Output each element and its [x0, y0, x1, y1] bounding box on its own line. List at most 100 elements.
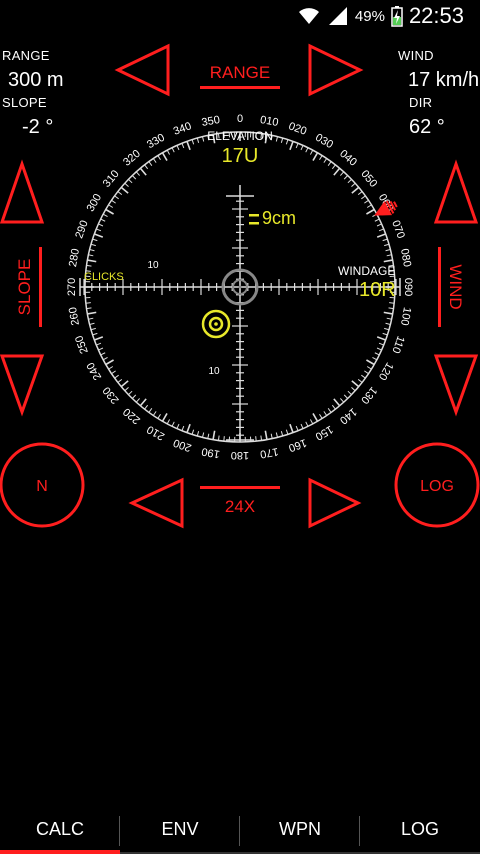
- dial-tick: [114, 374, 119, 379]
- dial-tick: [270, 433, 273, 439]
- dial-tick: [386, 317, 392, 320]
- dial-number: 200: [172, 436, 193, 454]
- dial-tick: [323, 158, 328, 163]
- range-increase-button[interactable]: [308, 43, 364, 97]
- dial-tick: [196, 431, 200, 437]
- slope-control-label[interactable]: SLOPE: [15, 259, 34, 316]
- dial-tick: [275, 432, 278, 438]
- dial-tick: [347, 390, 352, 396]
- dial-number: 320: [121, 148, 143, 169]
- dial-number: 050: [358, 168, 379, 190]
- tab-bar: CALC ENV WPN LOG: [0, 808, 480, 854]
- dial-tick: [105, 359, 114, 366]
- dial-number: 180: [231, 449, 249, 461]
- dial-tick: [128, 178, 133, 184]
- dial-tick: [366, 204, 372, 208]
- dial-tick: [202, 136, 205, 142]
- dial-tick: [92, 238, 98, 242]
- log-button-label: LOG: [420, 478, 454, 495]
- dial-number: 0: [237, 113, 243, 125]
- zoom-increase-button[interactable]: [308, 477, 362, 529]
- dial-tick: [166, 149, 171, 155]
- wind-up-button[interactable]: [433, 159, 479, 224]
- dial-number: 340: [172, 120, 193, 138]
- dial-tick: [117, 378, 123, 383]
- dial-number: 290: [73, 219, 91, 240]
- tab-wpn[interactable]: WPN: [240, 808, 360, 850]
- zoom-label[interactable]: 24X: [225, 497, 255, 516]
- dial-tick: [361, 195, 366, 200]
- dial-tick: [300, 145, 304, 151]
- dial-tick: [385, 249, 391, 252]
- range-decrease-button[interactable]: [114, 43, 170, 97]
- dial-tick: [157, 155, 161, 161]
- dial-tick: [305, 421, 309, 427]
- dial-tick: [217, 435, 220, 441]
- dial-number: 020: [287, 120, 308, 138]
- range-control-bar: [200, 86, 280, 89]
- dial-number: 090: [402, 278, 414, 296]
- dial-tick: [148, 408, 153, 413]
- dial-tick: [357, 191, 363, 196]
- dial-tick: [124, 182, 129, 188]
- crosshair: [79, 185, 401, 441]
- active-tab-indicator: [0, 850, 120, 854]
- dial-tick: [120, 186, 129, 194]
- dial-number: 140: [337, 405, 359, 426]
- wind-down-button[interactable]: [433, 354, 479, 417]
- dial-tick: [181, 143, 185, 149]
- dial-tick: [364, 370, 369, 375]
- dial-tick: [128, 390, 133, 396]
- dial-number: 270: [66, 278, 78, 296]
- dial-tick: [89, 322, 95, 325]
- dial-number: 080: [398, 248, 413, 268]
- dial-number: 310: [101, 168, 122, 190]
- dial-number: 220: [121, 405, 143, 426]
- dial-tick: [171, 147, 175, 153]
- dial-tick: [305, 147, 309, 153]
- tab-env[interactable]: ENV: [120, 808, 240, 850]
- dial-tick: [275, 136, 278, 142]
- wind-control-label[interactable]: WIND: [446, 264, 465, 309]
- dial-number: 300: [85, 192, 105, 214]
- dial-tick: [111, 370, 116, 375]
- dial-tick: [139, 398, 147, 407]
- dial-tick: [186, 141, 191, 151]
- dial-number: 130: [358, 384, 379, 406]
- dial-tick: [285, 429, 289, 435]
- dial-number: 260: [67, 306, 82, 326]
- slope-down-button[interactable]: [0, 354, 45, 417]
- zoom-decrease-button[interactable]: [128, 477, 184, 529]
- dial-tick: [124, 386, 129, 392]
- slope-up-button[interactable]: [0, 159, 45, 224]
- dial-tick: [117, 191, 123, 196]
- dial-tick: [144, 404, 149, 410]
- dial-tick: [333, 398, 341, 407]
- dial-tick: [102, 213, 108, 218]
- dial-tick: [88, 317, 94, 320]
- dial-tick: [384, 243, 390, 247]
- dial-tick: [94, 233, 104, 238]
- dial-tick: [152, 158, 157, 163]
- tab-log[interactable]: LOG: [360, 808, 480, 850]
- dial-number: 110: [389, 334, 406, 355]
- dial-tick: [351, 182, 356, 188]
- dial-tick: [191, 139, 195, 145]
- dial-tick: [111, 199, 116, 204]
- dial-number: 210: [145, 423, 167, 443]
- dial-tick: [285, 139, 289, 145]
- dial-number: 330: [145, 132, 167, 152]
- dial-tick: [114, 195, 119, 200]
- dial-tick: [186, 423, 191, 433]
- dial-tick: [152, 411, 157, 416]
- dial-number: 160: [287, 436, 308, 454]
- windage-value: 10R: [359, 279, 396, 301]
- range-control-label[interactable]: RANGE: [210, 63, 270, 82]
- dial-number: 280: [67, 248, 82, 268]
- dial-number: 040: [337, 148, 359, 169]
- dial-tick: [382, 332, 388, 336]
- dial-tick: [92, 332, 98, 336]
- tab-calc[interactable]: CALC: [0, 808, 120, 850]
- dial-tick: [323, 411, 328, 416]
- dial-tick: [289, 423, 294, 433]
